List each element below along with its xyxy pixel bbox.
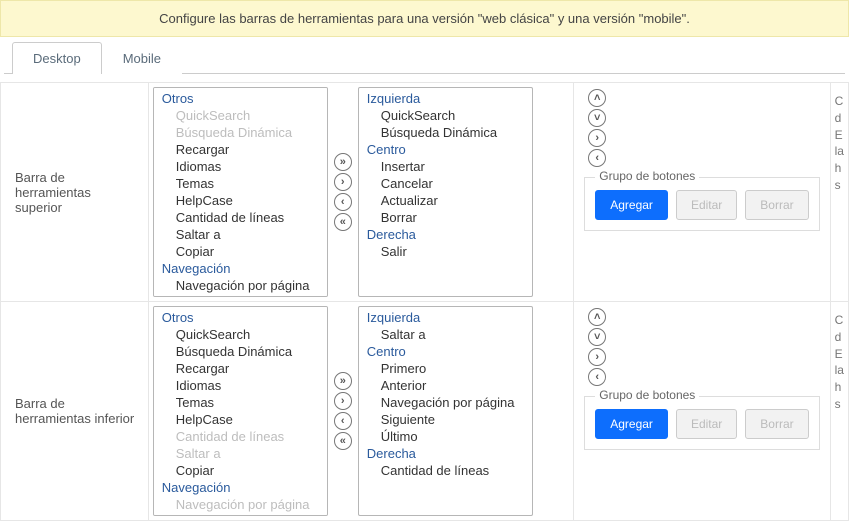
list-item[interactable]: Saltar a [154,226,327,243]
tab-mobile[interactable]: Mobile [102,42,182,74]
config-table: Barra de herramientas superior OtrosQuic… [0,82,849,521]
list-item[interactable]: Insertar [359,158,532,175]
move-all-right-icon[interactable]: » [334,372,352,390]
move-down-icon[interactable]: ˅ [588,109,606,127]
list-item[interactable]: Idiomas [154,158,327,175]
list-item[interactable]: Idiomas [154,377,327,394]
transfer-arrows-bottom: » › ‹ « [332,306,354,516]
tabs: Desktop Mobile [4,41,845,74]
list-item[interactable]: QuickSearch [359,107,532,124]
edit-button: Editar [676,409,737,439]
list-category: Derecha [359,445,532,462]
transfer-arrows-top: » › ‹ « [332,87,354,297]
button-group-fieldset-bottom: Grupo de botones Agregar Editar Borrar [584,396,819,450]
list-item[interactable]: Primero [154,513,327,516]
move-up-icon[interactable]: ˄ [588,89,606,107]
move-down-icon[interactable]: ˅ [588,328,606,346]
row-label-top: Barra de herramientas superior [1,83,149,302]
list-item[interactable]: Navegación por página [154,496,327,513]
list-item[interactable]: Cantidad de líneas [359,462,532,479]
list-item[interactable]: Búsqueda Dinámica [154,124,327,141]
list-item[interactable]: Cantidad de líneas [154,428,327,445]
add-button[interactable]: Agregar [595,190,668,220]
list-item[interactable]: Copiar [154,462,327,479]
list-item[interactable]: Cancelar [359,175,532,192]
list-item[interactable]: Búsqueda Dinámica [359,124,532,141]
group-cell-top: ˄ ˅ › ‹ Grupo de botones Agregar Editar … [574,83,830,302]
list-item[interactable]: Copiar [154,243,327,260]
list-item[interactable]: Salir [359,243,532,260]
list-item[interactable]: Último [359,428,532,445]
move-all-left-icon[interactable]: « [334,213,352,231]
row-top-toolbar: Barra de herramientas superior OtrosQuic… [1,83,849,302]
list-category: Derecha [359,226,532,243]
selected-list-top[interactable]: IzquierdaQuickSearchBúsqueda DinámicaCen… [358,87,533,297]
list-category: Centro [359,343,532,360]
list-category: Otros [154,309,327,326]
move-right-group-icon[interactable]: › [588,348,606,366]
list-item[interactable]: Navegación por página [359,394,532,411]
list-item[interactable]: Recargar [154,141,327,158]
list-item[interactable]: Primero [359,360,532,377]
move-up-icon[interactable]: ˄ [588,308,606,326]
truncated-text-bottom: C d E la h s [830,302,848,521]
move-left-icon[interactable]: ‹ [334,193,352,211]
list-item[interactable]: Saltar a [359,326,532,343]
button-group-fieldset-top: Grupo de botones Agregar Editar Borrar [584,177,819,231]
list-item[interactable]: Temas [154,394,327,411]
list-item[interactable]: HelpCase [154,411,327,428]
selected-list-bottom[interactable]: IzquierdaSaltar aCentroPrimeroAnteriorNa… [358,306,533,516]
config-banner: Configure las barras de herramientas par… [0,0,849,37]
truncated-text-top: C d E la h s [830,83,848,302]
list-item[interactable]: HelpCase [154,192,327,209]
list-item[interactable]: Actualizar [359,192,532,209]
move-all-left-icon[interactable]: « [334,432,352,450]
list-item[interactable]: QuickSearch [154,107,327,124]
available-list-bottom[interactable]: OtrosQuickSearchBúsqueda DinámicaRecarga… [153,306,328,516]
list-category: Navegación [154,479,327,496]
list-category: Navegación [154,260,327,277]
list-item[interactable]: Siguiente [359,411,532,428]
fieldset-legend: Grupo de botones [595,388,699,402]
list-category: Otros [154,90,327,107]
delete-button: Borrar [745,190,808,220]
group-cell-bottom: ˄ ˅ › ‹ Grupo de botones Agregar Editar … [574,302,830,521]
list-item[interactable]: Saltar a [154,445,327,462]
picker-top: OtrosQuickSearchBúsqueda DinámicaRecarga… [148,83,573,302]
picker-bottom: OtrosQuickSearchBúsqueda DinámicaRecarga… [148,302,573,521]
add-button[interactable]: Agregar [595,409,668,439]
list-item[interactable]: Navegación por página [154,277,327,294]
move-left-group-icon[interactable]: ‹ [588,368,606,386]
tab-desktop[interactable]: Desktop [12,42,102,74]
list-item[interactable]: QuickSearch [154,326,327,343]
list-item[interactable]: Búsqueda Dinámica [154,343,327,360]
available-list-top[interactable]: OtrosQuickSearchBúsqueda DinámicaRecarga… [153,87,328,297]
tabs-container: Desktop Mobile [4,41,845,74]
list-item[interactable]: Anterior [359,377,532,394]
list-item[interactable]: Recargar [154,360,327,377]
list-item[interactable]: Primero [154,294,327,297]
list-item[interactable]: Temas [154,175,327,192]
move-left-group-icon[interactable]: ‹ [588,149,606,167]
move-right-icon[interactable]: › [334,392,352,410]
list-category: Izquierda [359,309,532,326]
edit-button: Editar [676,190,737,220]
move-right-icon[interactable]: › [334,173,352,191]
list-item[interactable]: Cantidad de líneas [154,209,327,226]
move-left-icon[interactable]: ‹ [334,412,352,430]
row-bottom-toolbar: Barra de herramientas inferior OtrosQuic… [1,302,849,521]
move-right-group-icon[interactable]: › [588,129,606,147]
delete-button: Borrar [745,409,808,439]
fieldset-legend: Grupo de botones [595,169,699,183]
row-label-bottom: Barra de herramientas inferior [1,302,149,521]
list-category: Izquierda [359,90,532,107]
list-category: Centro [359,141,532,158]
move-all-right-icon[interactable]: » [334,153,352,171]
list-item[interactable]: Borrar [359,209,532,226]
